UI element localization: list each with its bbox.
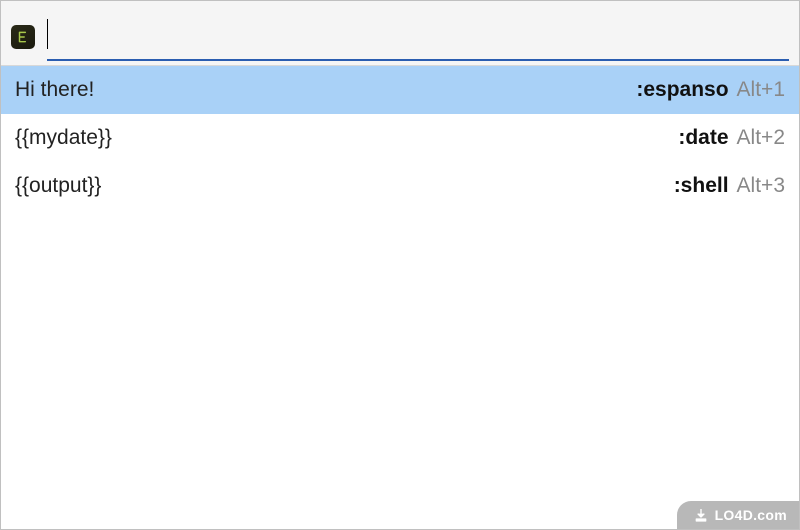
espanso-app-icon — [11, 25, 35, 49]
watermark-text: LO4D.com — [715, 507, 787, 523]
results-list: Hi there! :espanso Alt+1 {{mydate}} :dat… — [1, 66, 799, 210]
espanso-glyph-icon — [16, 30, 30, 44]
result-trigger: :espanso — [636, 78, 728, 102]
download-icon — [693, 507, 709, 523]
result-meta: :date Alt+2 — [678, 126, 785, 150]
result-shortcut: Alt+3 — [737, 174, 785, 198]
result-expansion: {{output}} — [15, 174, 674, 198]
search-header — [1, 1, 799, 66]
result-shortcut: Alt+1 — [737, 78, 785, 102]
search-input[interactable] — [48, 14, 789, 54]
result-trigger: :date — [678, 126, 728, 150]
result-row[interactable]: {{output}} :shell Alt+3 — [1, 162, 799, 210]
result-shortcut: Alt+2 — [737, 126, 785, 150]
watermark-badge: LO4D.com — [677, 501, 799, 529]
search-field-wrap[interactable] — [47, 13, 789, 61]
result-meta: :espanso Alt+1 — [636, 78, 785, 102]
result-expansion: Hi there! — [15, 78, 636, 102]
result-row[interactable]: Hi there! :espanso Alt+1 — [1, 66, 799, 114]
result-expansion: {{mydate}} — [15, 126, 678, 150]
result-trigger: :shell — [674, 174, 729, 198]
result-row[interactable]: {{mydate}} :date Alt+2 — [1, 114, 799, 162]
result-meta: :shell Alt+3 — [674, 174, 785, 198]
